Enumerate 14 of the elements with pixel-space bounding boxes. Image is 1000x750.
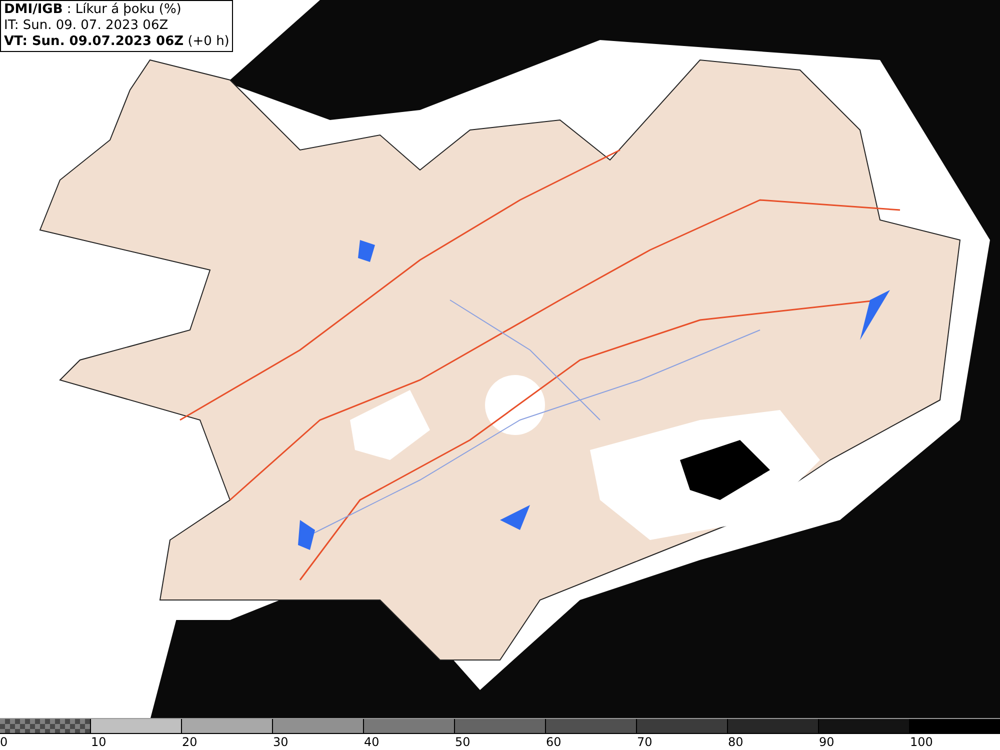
legend-label: 50: [455, 735, 470, 749]
legend-label: 10: [91, 735, 106, 749]
legend-label: 80: [728, 735, 744, 749]
legend-label: 100: [910, 735, 933, 749]
info-line: DMI/IGB : Líkur á þoku (%): [4, 2, 182, 18]
info-line: VT: Sun. 09.07.2023 06Z (+0 h): [4, 34, 230, 50]
legend-label: 70: [637, 735, 652, 749]
legend-label: 30: [273, 735, 288, 749]
legend-label: 0: [0, 735, 8, 749]
legend-label: 60: [546, 735, 562, 749]
legend-label: 90: [819, 735, 834, 749]
info-line: IT: Sun. 09. 07. 2023 06Z: [4, 18, 170, 34]
legend-label: 20: [182, 735, 198, 749]
legend-label: 40: [364, 735, 380, 749]
